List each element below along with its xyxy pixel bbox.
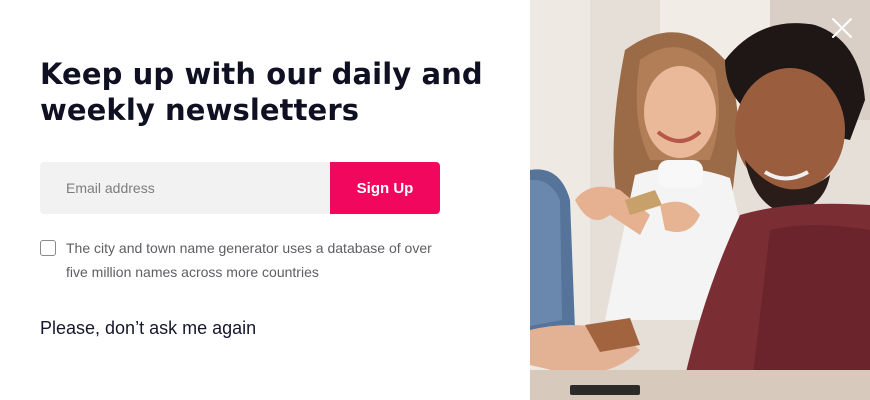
- subscribe-form: Sign Up: [40, 162, 440, 214]
- close-icon: [832, 18, 852, 38]
- newsletter-content: Keep up with our daily and weekly newsle…: [40, 56, 500, 128]
- email-input[interactable]: [40, 162, 330, 214]
- people-smiling-photo: [530, 0, 870, 400]
- consent-text: The city and town name generator uses a …: [66, 240, 432, 280]
- signup-button[interactable]: Sign Up: [330, 162, 440, 214]
- newsletter-modal: Keep up with our daily and weekly newsle…: [0, 0, 870, 400]
- newsletter-headline: Keep up with our daily and weekly newsle…: [40, 57, 483, 127]
- close-button[interactable]: [828, 14, 856, 42]
- consent-row: The city and town name generator uses a …: [40, 236, 440, 284]
- dont-ask-again-link[interactable]: Please, don’t ask me again: [40, 318, 256, 339]
- consent-checkbox[interactable]: [40, 240, 56, 256]
